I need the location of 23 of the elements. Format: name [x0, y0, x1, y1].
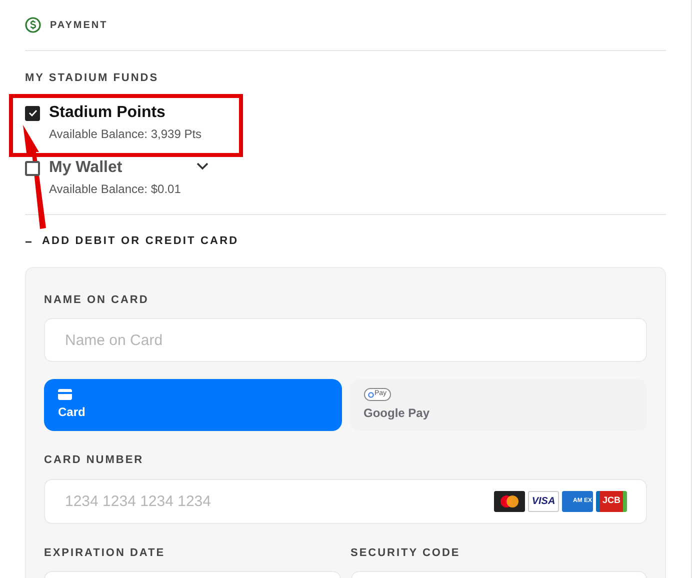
checkbox[interactable]: [25, 160, 40, 176]
checkbox[interactable]: [25, 106, 40, 120]
fund-balance: Available Balance: $0.01: [49, 180, 181, 198]
field-label: SECURITY CODE: [350, 546, 462, 560]
section-heading: MY STADIUM FUNDS: [25, 71, 160, 86]
name-field[interactable]: Name on Card: [44, 318, 647, 362]
chevron-down-icon[interactable]: [196, 162, 209, 170]
jcb-logo: JCB: [596, 490, 627, 512]
dollar-icon: [25, 17, 41, 33]
add-card-link[interactable]: ADD DEBIT OR CREDIT CARD: [42, 233, 239, 250]
fund-name: Stadium Points: [49, 102, 166, 122]
field-label: CARD NUMBER: [44, 453, 145, 468]
credit-card-icon: [58, 389, 72, 400]
collapse-toggle[interactable]: −: [25, 232, 32, 250]
field-label: EXPIRATION DATE: [44, 546, 166, 560]
mastercard-logo: [494, 490, 525, 512]
fund-name: My Wallet: [49, 158, 124, 178]
section-title: PAYMENT: [50, 18, 108, 32]
payment-method-tab[interactable]: Card: [44, 379, 342, 431]
fund-balance: Available Balance: 3,939 Pts: [49, 126, 202, 142]
check-icon: [28, 108, 38, 118]
field-label: NAME ON CARD: [44, 292, 150, 308]
visa-logo: VISA: [528, 490, 559, 512]
